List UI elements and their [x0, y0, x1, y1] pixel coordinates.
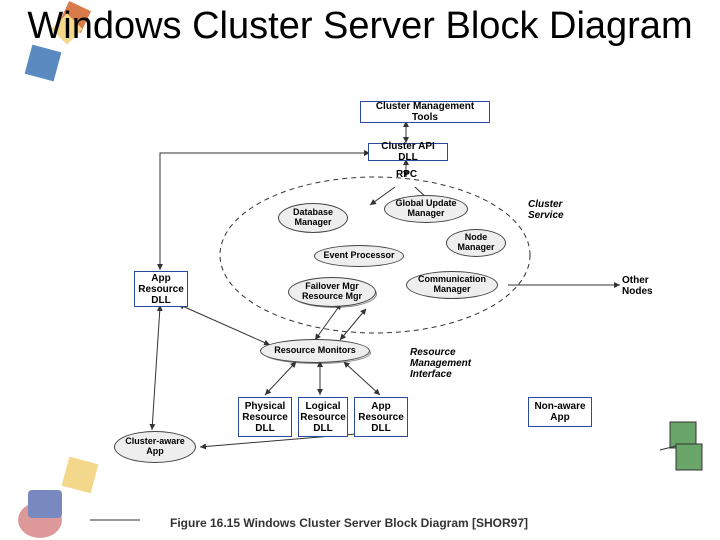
box-logical-resource-dll: Logical Resource DLL	[298, 397, 348, 437]
ellipse-resource-monitors: Resource Monitors	[260, 339, 370, 363]
ellipse-database-manager: Database Manager	[278, 203, 348, 233]
label-other-nodes: Other Nodes	[622, 275, 653, 297]
ellipse-node-manager: Node Manager	[446, 229, 506, 257]
box-physical-resource-dll: Physical Resource DLL	[238, 397, 292, 437]
ellipse-cluster-aware-app: Cluster-aware App	[114, 431, 196, 463]
label-rpc: RPC	[396, 169, 417, 180]
label-resource-mgmt-interface: Resource Management Interface	[410, 347, 471, 380]
box-cluster-mgmt-tools: Cluster Management Tools	[360, 101, 490, 123]
ellipse-event-processor: Event Processor	[314, 245, 404, 267]
box-app-resource-dll-bottom: App Resource DLL	[354, 397, 408, 437]
page-title: Windows Cluster Server Block Diagram	[0, 6, 720, 48]
figure-caption: Figure 16.15 Windows Cluster Server Bloc…	[170, 516, 528, 530]
ellipse-global-update-manager: Global Update Manager	[384, 195, 468, 223]
box-cluster-api-dll: Cluster API DLL	[368, 143, 448, 161]
box-app-resource-dll-left: App Resource DLL	[134, 271, 188, 307]
diagram-area: Cluster Management Tools Cluster API DLL…	[110, 95, 670, 505]
ellipse-failover-resource-mgr: Failover Mgr Resource Mgr	[288, 277, 376, 307]
label-cluster-service: Cluster Service	[528, 199, 564, 221]
ellipse-communication-manager: Communication Manager	[406, 271, 498, 299]
box-non-aware-app: Non-aware App	[528, 397, 592, 427]
